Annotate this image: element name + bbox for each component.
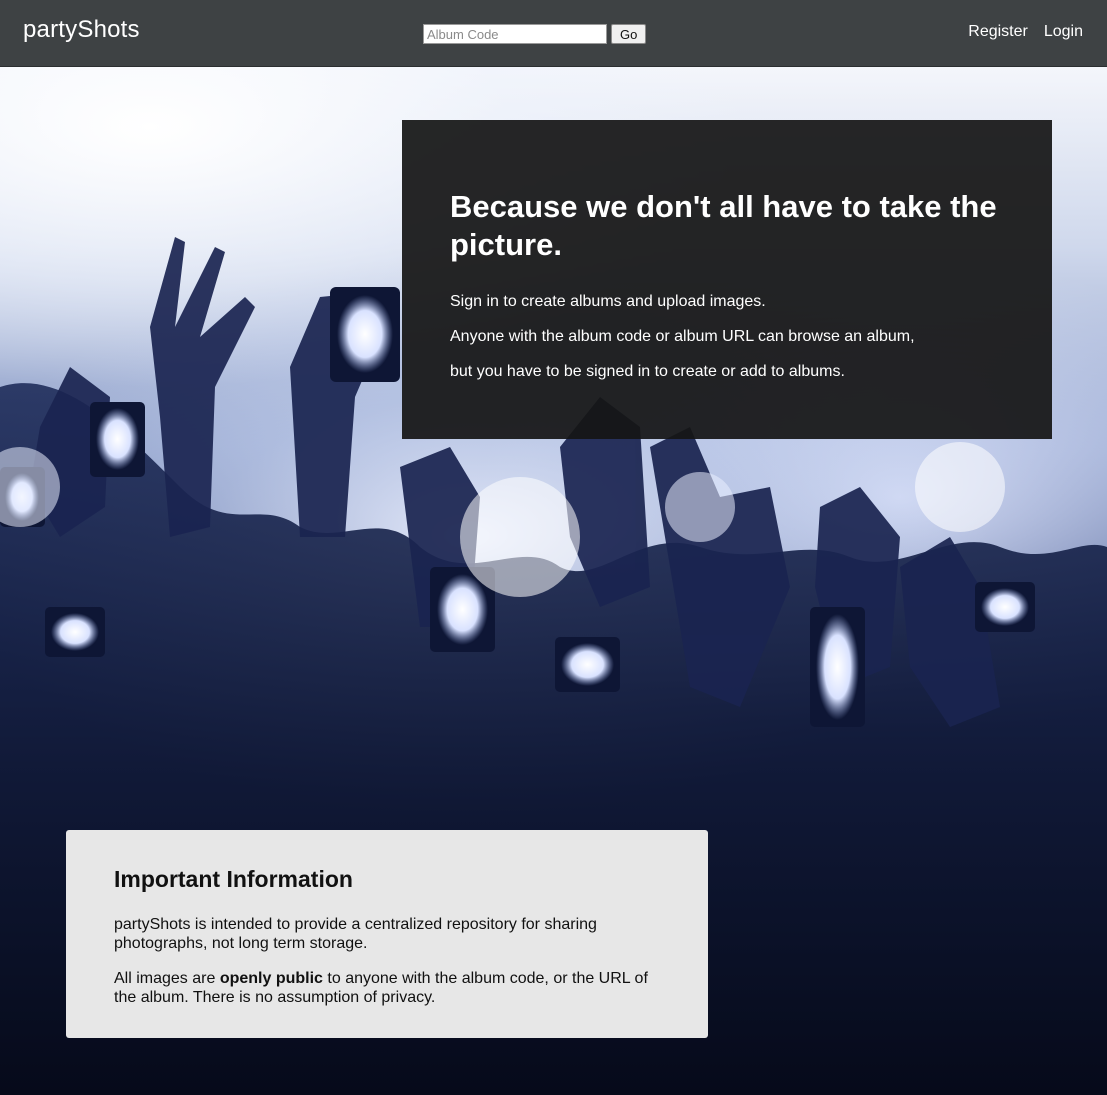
register-link[interactable]: Register xyxy=(968,23,1028,41)
important-paragraph: partyShots is intended to provide a cent… xyxy=(114,916,597,952)
privacy-text-prefix: All images are xyxy=(114,970,220,987)
important-information-panel: Important Information partyShots is inte… xyxy=(66,830,708,1038)
openly-public-emphasis: openly public xyxy=(219,970,323,987)
login-link[interactable]: Login xyxy=(1044,23,1083,41)
nav-links: Register Login xyxy=(968,23,1083,41)
important-heading: Important Information xyxy=(114,866,353,892)
intro-paragraph: Sign in to create albums and upload imag… xyxy=(450,293,766,310)
album-search-form: Go xyxy=(423,24,647,44)
navbar: partyShots Go Register Login xyxy=(0,0,1107,67)
album-code-input[interactable] xyxy=(423,24,607,44)
intro-paragraph: but you have to be signed in to create o… xyxy=(450,363,845,380)
brand-logo-link[interactable]: partyShots xyxy=(23,16,140,44)
go-button[interactable]: Go xyxy=(611,24,647,44)
intro-panel: Because we don't all have to take the pi… xyxy=(402,120,1052,439)
intro-paragraph: Anyone with the album code or album URL … xyxy=(450,328,915,345)
intro-heading: Because we don't all have to take the pi… xyxy=(450,189,997,262)
important-paragraph: All images are openly public to anyone w… xyxy=(114,969,660,1007)
